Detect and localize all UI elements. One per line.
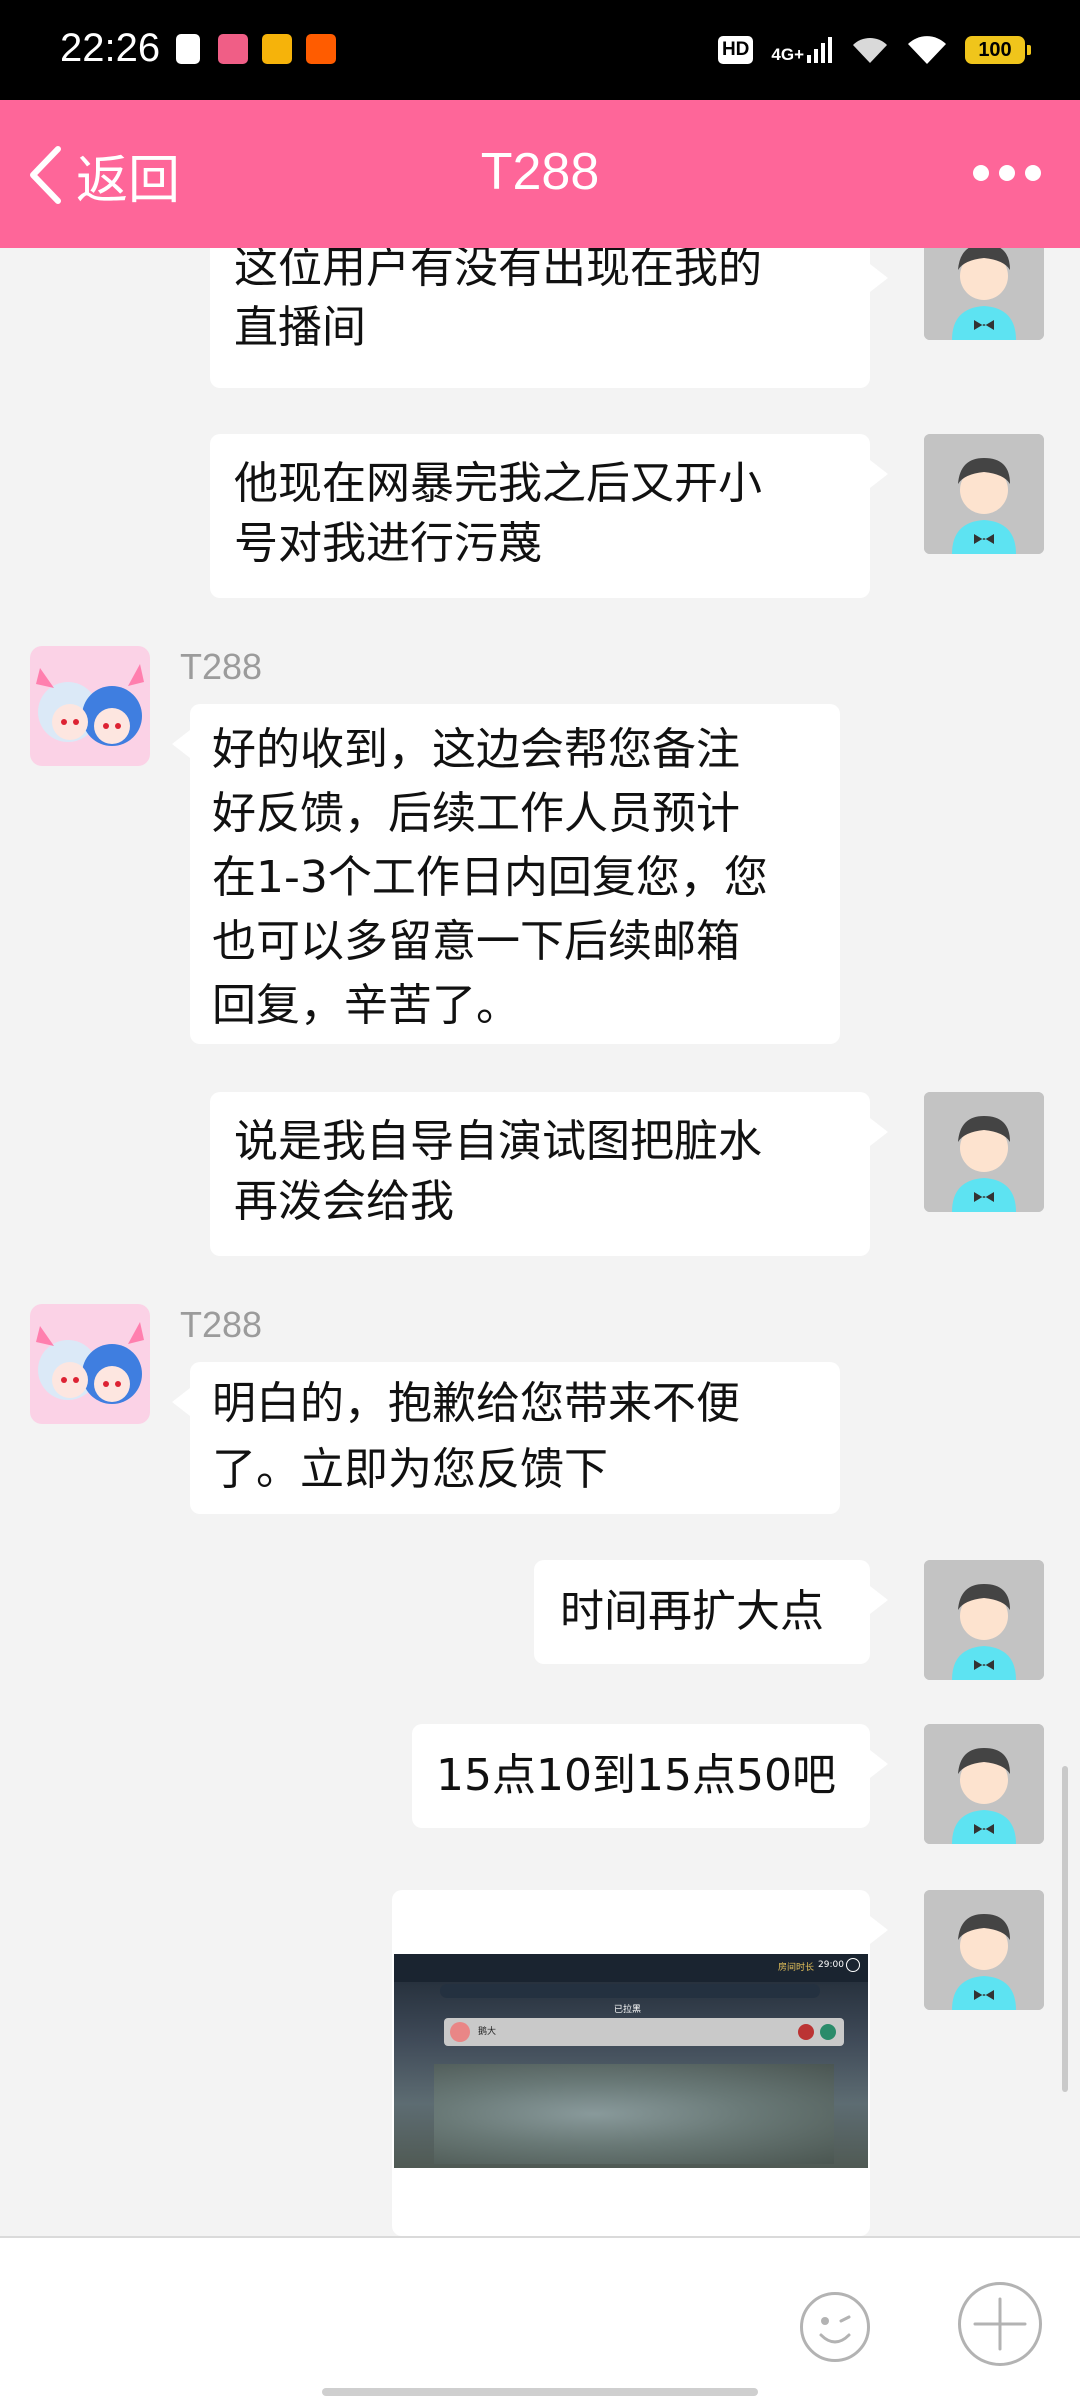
- wifi-icon: [908, 36, 946, 64]
- thumb-row-name: 鹅大: [478, 2027, 497, 2037]
- add-attachment-button[interactable]: [958, 2282, 1042, 2366]
- more-options-button[interactable]: [972, 158, 1042, 188]
- clipboard-check-icon: [176, 34, 200, 64]
- input-bar: [0, 2236, 1080, 2400]
- user-avatar-icon: [924, 1092, 1044, 1212]
- status-indicators: HD 4G+ 100: [717, 28, 1031, 72]
- thumb-time-label: 房间时长: [778, 1963, 815, 1973]
- thumb-row-remove-icon: [798, 2024, 814, 2040]
- network-type-label: 4G+: [771, 45, 804, 64]
- thumb-close-icon: [846, 1958, 860, 1972]
- user-avatar[interactable]: [924, 248, 1044, 340]
- user-avatar[interactable]: [924, 1890, 1044, 2010]
- message-line: 了。立即为您反馈下: [212, 1444, 608, 1495]
- thumb-list-row: 鹅大: [444, 2018, 844, 2046]
- user-avatar-icon: [924, 434, 1044, 554]
- contact-avatar[interactable]: [30, 646, 150, 766]
- status-bar: 22:26 HD 4G+ 100: [0, 0, 1080, 100]
- weibo-app-icon: [262, 34, 292, 64]
- message-list[interactable]: 这位用户有没有出现在我的 直播间 他现在网暴完我之后又开小 号对我进行污蔑 T2…: [0, 248, 1080, 2236]
- message-bubble[interactable]: 15点10到15点50吧: [412, 1724, 888, 1828]
- hd-badge: HD: [717, 36, 754, 64]
- message-line: 再泼会给我: [234, 1176, 454, 1227]
- sender-name: T288: [180, 1304, 263, 1345]
- wifi-secondary-icon: [853, 37, 887, 63]
- message-line: 时间再扩大点: [560, 1586, 824, 1637]
- anime-avatar-icon: [30, 1304, 150, 1424]
- user-avatar[interactable]: [924, 1724, 1044, 1844]
- message-line: 号对我进行污蔑: [234, 518, 542, 569]
- thumb-tab-label: 已拉黑: [614, 2005, 642, 2015]
- chat-title: T288: [480, 143, 600, 201]
- more-dot: [973, 165, 989, 181]
- user-avatar-icon: [924, 1890, 1044, 2010]
- message-line: 说是我自导自演试图把脏水: [234, 1116, 762, 1167]
- plus-icon: [973, 2297, 1027, 2351]
- taobao-app-icon: [306, 34, 336, 64]
- user-avatar-icon: [924, 1560, 1044, 1680]
- message-bubble[interactable]: 好的收到，这边会帮您备注 好反馈，后续工作人员预计 在1-3个工作日内回复您，您…: [172, 704, 840, 1044]
- message-line: 在1-3个工作日内回复您，您: [212, 852, 768, 903]
- anime-avatar-icon: [30, 646, 150, 766]
- message-line: 15点10到15点50吧: [436, 1750, 836, 1801]
- thumb-row-avatar: [450, 2022, 470, 2042]
- battery-indicator: 100: [965, 36, 1031, 64]
- message-line: 明白的，抱歉给您带来不便: [212, 1378, 740, 1429]
- user-avatar-icon: [924, 248, 1044, 340]
- bilibili-app-icon: [218, 34, 248, 64]
- message-line: 他现在网暴完我之后又开小: [234, 458, 762, 509]
- message-line: 好反馈，后续工作人员预计: [212, 788, 740, 839]
- message-bubble[interactable]: 明白的，抱歉给您带来不便 了。立即为您反馈下: [172, 1362, 840, 1514]
- thumb-search-bar: [440, 1984, 820, 1998]
- message-line: 也可以多留意一下后续邮箱: [212, 916, 740, 967]
- thumb-blurred-scene: [434, 2064, 834, 2164]
- message-bubble[interactable]: 时间再扩大点: [534, 1560, 888, 1664]
- image-message-bubble[interactable]: 房间时长 29:00 已拉黑 鹅大: [392, 1890, 888, 2236]
- user-avatar[interactable]: [924, 434, 1044, 554]
- chat-header: 返回 T288: [0, 100, 1080, 248]
- thumb-time-value: 29:00: [818, 1960, 844, 1970]
- user-avatar[interactable]: [924, 1560, 1044, 1680]
- sender-name: T288: [180, 646, 263, 687]
- thumb-row-check-icon: [820, 2024, 836, 2040]
- message-line: 这位用户有没有出现在我的: [234, 248, 762, 293]
- message-line: 好的收到，这边会帮您备注: [212, 724, 740, 775]
- message-bubble[interactable]: 这位用户有没有出现在我的 直播间: [210, 248, 888, 388]
- message-bubble[interactable]: 他现在网暴完我之后又开小 号对我进行污蔑: [210, 434, 888, 598]
- user-avatar[interactable]: [924, 1092, 1044, 1212]
- more-dot: [1025, 165, 1041, 181]
- more-dot: [999, 165, 1015, 181]
- contact-avatar[interactable]: [30, 1304, 150, 1424]
- message-line: 直播间: [234, 302, 366, 353]
- message-input[interactable]: [20, 2258, 760, 2382]
- user-avatar-icon: [924, 1724, 1044, 1844]
- home-indicator[interactable]: [322, 2388, 758, 2396]
- cell-signal-icon: 4G+: [771, 37, 833, 63]
- message-bubble[interactable]: 说是我自导自演试图把脏水 再泼会给我: [210, 1092, 888, 1256]
- message-line: 回复，辛苦了。: [212, 980, 520, 1031]
- emoji-button[interactable]: [800, 2292, 870, 2362]
- screenshot-thumbnail[interactable]: 房间时长 29:00 已拉黑 鹅大: [394, 1954, 868, 2168]
- smiley-icon: [819, 2315, 851, 2344]
- status-time: 22:26: [60, 26, 161, 70]
- chat-scrollbar[interactable]: [1062, 1766, 1068, 2092]
